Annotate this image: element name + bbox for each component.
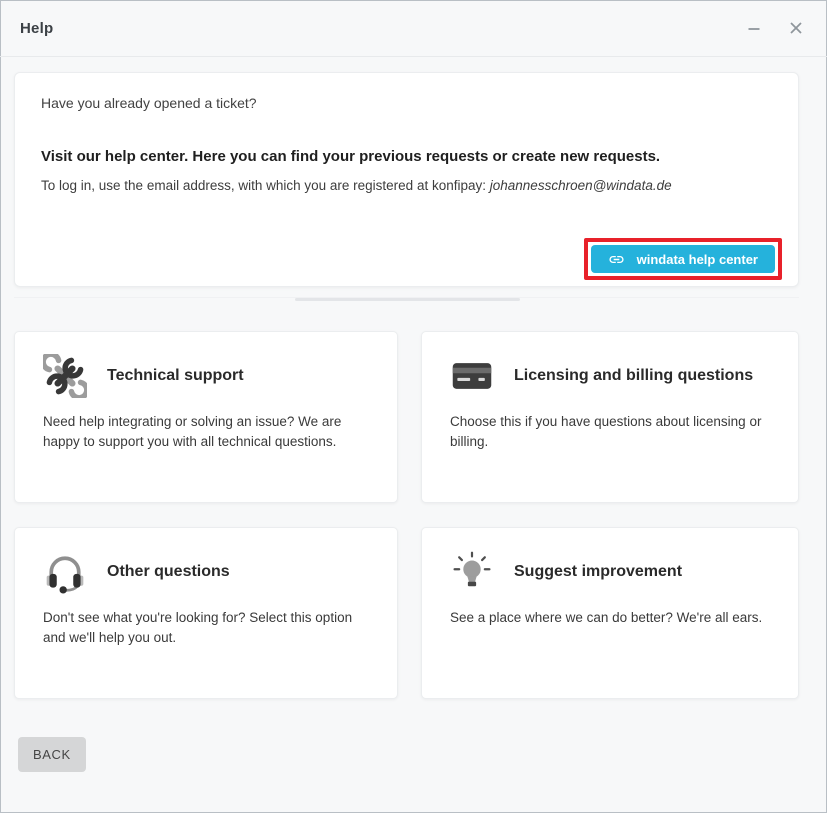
window-controls bbox=[745, 19, 805, 37]
scrollbar-thumb[interactable] bbox=[295, 298, 520, 301]
help-center-button-label: windata help center bbox=[637, 252, 758, 267]
red-highlight-box: windata help center bbox=[584, 238, 782, 280]
ticket-headline: Visit our help center. Here you can find… bbox=[41, 148, 772, 165]
card-licensing-billing[interactable]: Licensing and billing questions Choose t… bbox=[421, 331, 799, 503]
card-title: Licensing and billing questions bbox=[514, 367, 753, 385]
login-hint-text: To log in, use the email address, with w… bbox=[41, 178, 486, 193]
horizontal-scrollbar bbox=[14, 297, 799, 300]
link-icon bbox=[608, 251, 625, 268]
help-options-grid: Technical support Need help integrating … bbox=[14, 331, 799, 699]
card-description: See a place where we can do better? We'r… bbox=[450, 608, 770, 628]
windata-help-center-button[interactable]: windata help center bbox=[591, 245, 775, 273]
back-button[interactable]: BACK bbox=[18, 737, 86, 772]
ticket-panel: Have you already opened a ticket? Visit … bbox=[14, 72, 799, 287]
credit-card-icon bbox=[450, 354, 494, 398]
close-icon[interactable] bbox=[787, 19, 805, 37]
lightbulb-icon bbox=[450, 550, 494, 594]
card-title: Suggest improvement bbox=[514, 563, 682, 581]
card-title: Technical support bbox=[107, 367, 244, 385]
headset-icon bbox=[43, 550, 87, 594]
ticket-question: Have you already opened a ticket? bbox=[41, 95, 772, 111]
card-title: Other questions bbox=[107, 563, 230, 581]
minimize-icon[interactable] bbox=[745, 19, 763, 37]
card-technical-support[interactable]: Technical support Need help integrating … bbox=[14, 331, 398, 503]
tools-icon bbox=[43, 354, 87, 398]
card-other-questions[interactable]: Other questions Don't see what you're lo… bbox=[14, 527, 398, 699]
card-description: Need help integrating or solving an issu… bbox=[43, 412, 369, 453]
card-description: Choose this if you have questions about … bbox=[450, 412, 770, 453]
card-description: Don't see what you're looking for? Selec… bbox=[43, 608, 369, 649]
help-content: Have you already opened a ticket? Visit … bbox=[0, 57, 827, 772]
user-email: johannesschroen@windata.de bbox=[490, 178, 672, 193]
ticket-login-hint: To log in, use the email address, with w… bbox=[41, 178, 772, 193]
window-title: Help bbox=[20, 20, 53, 37]
titlebar: Help bbox=[0, 0, 827, 57]
card-suggest-improvement[interactable]: Suggest improvement See a place where we… bbox=[421, 527, 799, 699]
